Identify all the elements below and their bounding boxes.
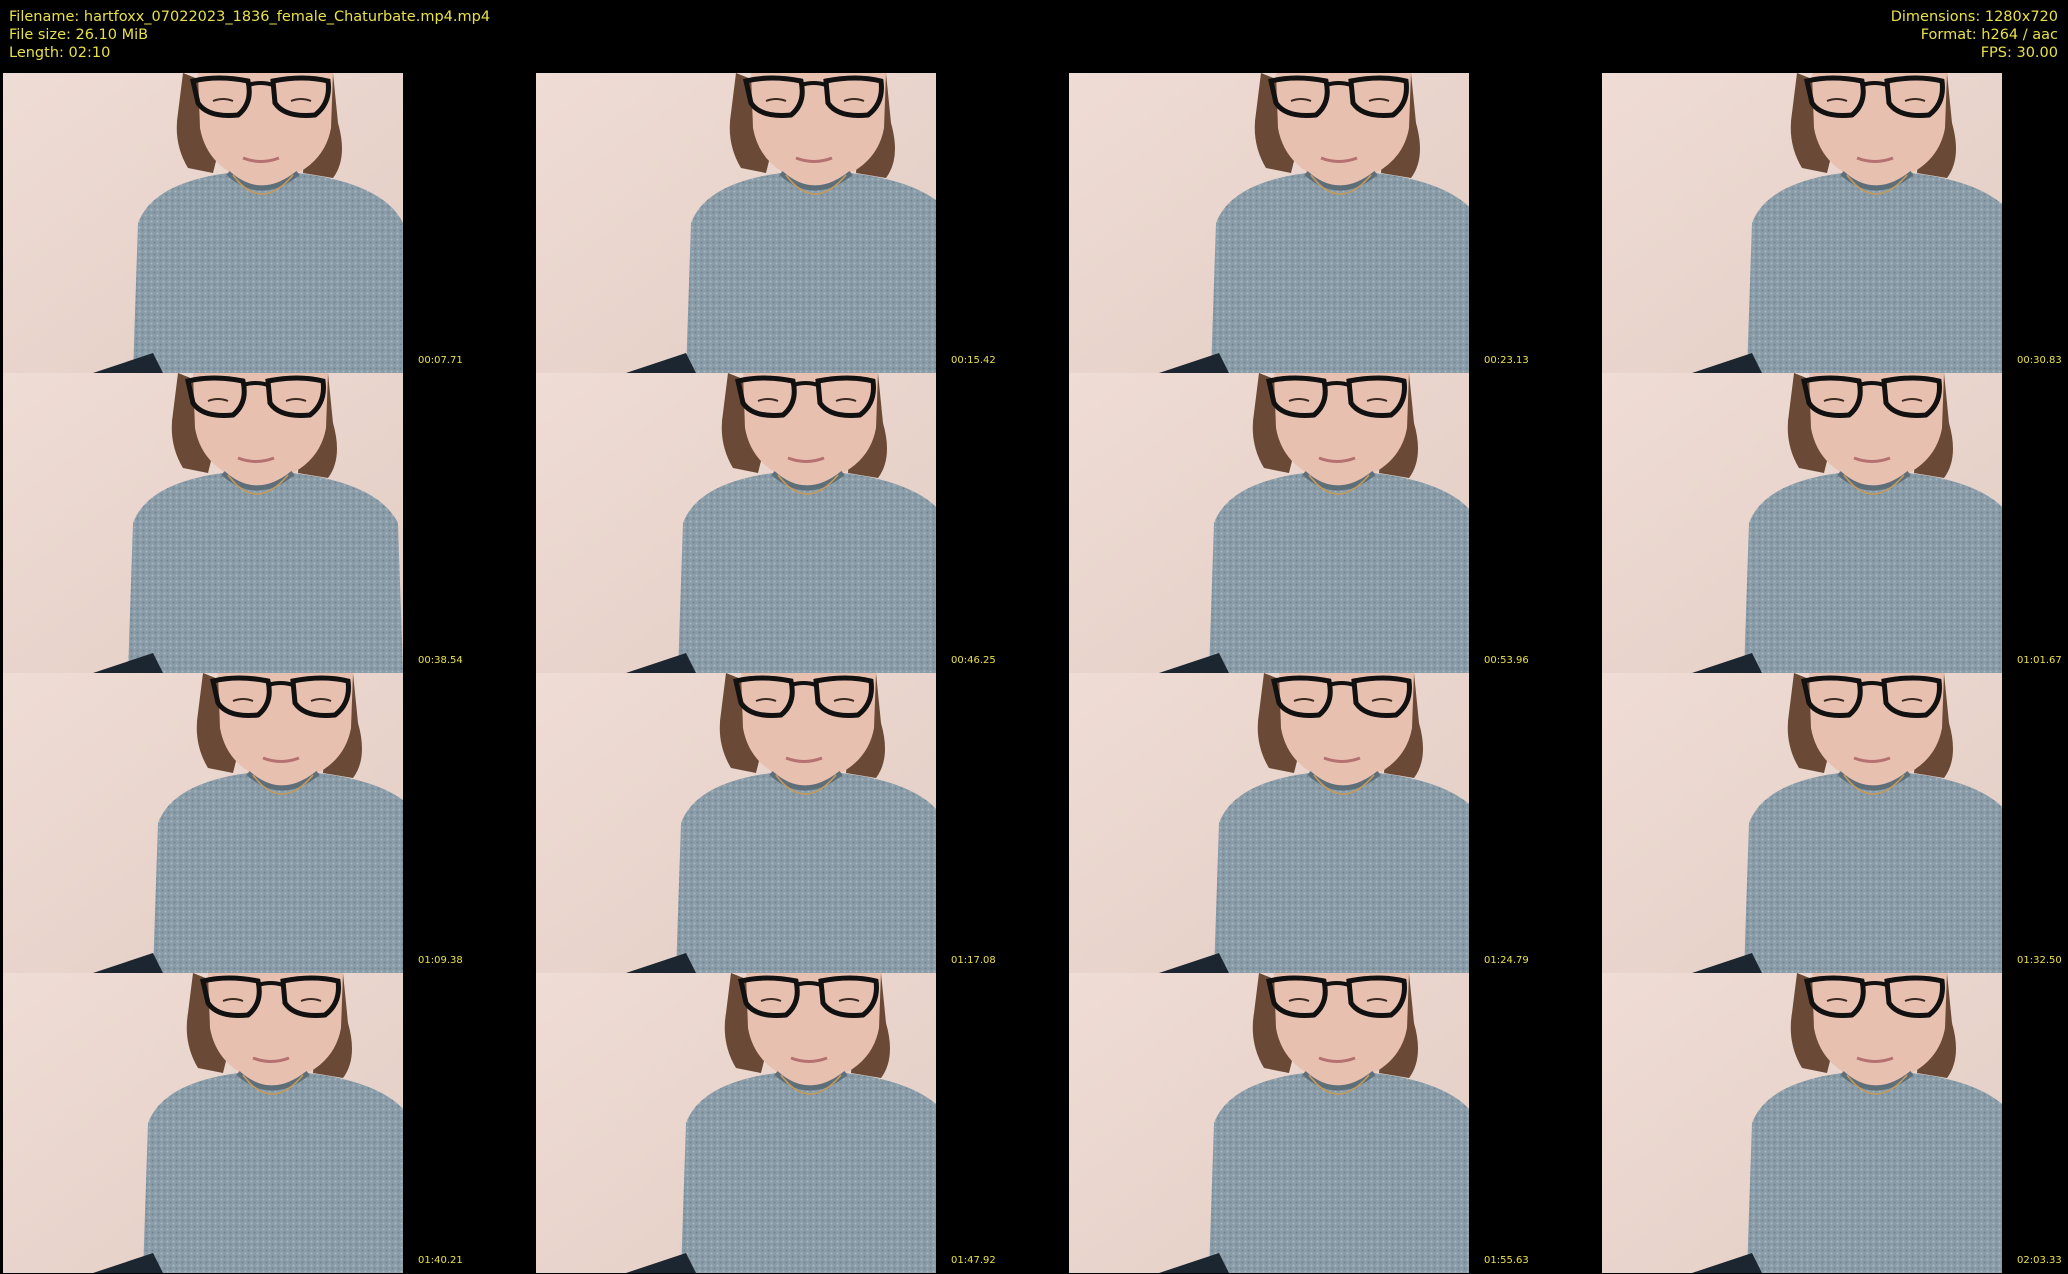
length-label: Length: 02:10	[9, 45, 111, 61]
thumbnail-timestamp: 00:38.54	[418, 655, 463, 666]
thumbnail-timestamp: 01:17.08	[951, 955, 996, 966]
thumbnail-cell: 01:47.92	[536, 973, 1066, 1273]
thumbnail-timestamp: 01:40.21	[418, 1255, 463, 1266]
webcam-frame-illustration	[3, 373, 403, 673]
video-frame-thumbnail	[1602, 973, 2002, 1273]
thumbnail-cell: 00:15.42	[536, 73, 1066, 373]
video-frame-thumbnail	[1069, 673, 1469, 973]
format-label: Format: h264 / aac	[1920, 27, 2058, 43]
video-frame-thumbnail	[536, 73, 936, 373]
webcam-frame-illustration	[1602, 973, 2002, 1273]
thumbnail-cell: 00:46.25	[536, 373, 1066, 673]
filename-label: Filename: hartfoxx_07022023_1836_female_…	[9, 9, 491, 25]
webcam-frame-illustration	[536, 973, 936, 1273]
thumbnail-timestamp: 00:46.25	[951, 655, 996, 666]
thumbnail-cell: 01:32.50	[1602, 673, 2068, 973]
thumbnail-timestamp: 01:24.79	[1484, 955, 1529, 966]
video-frame-thumbnail	[536, 673, 936, 973]
thumbnail-cell: 00:30.83	[1602, 73, 2068, 373]
video-frame-thumbnail	[1069, 973, 1469, 1273]
video-frame-thumbnail	[3, 373, 403, 673]
thumbnail-cell: 01:17.08	[536, 673, 1066, 973]
thumbnail-timestamp: 00:30.83	[2017, 355, 2062, 366]
thumbnail-timestamp: 01:47.92	[951, 1255, 996, 1266]
webcam-frame-illustration	[3, 673, 403, 973]
webcam-frame-illustration	[1602, 373, 2002, 673]
video-frame-thumbnail	[3, 673, 403, 973]
thumbnail-cell: 00:23.13	[1069, 73, 1599, 373]
video-frame-thumbnail	[1069, 73, 1469, 373]
webcam-frame-illustration	[1069, 373, 1469, 673]
webcam-frame-illustration	[1602, 673, 2002, 973]
webcam-frame-illustration	[3, 973, 403, 1273]
video-frame-thumbnail	[1602, 673, 2002, 973]
video-frame-thumbnail	[536, 373, 936, 673]
video-frame-thumbnail	[1602, 73, 2002, 373]
thumbnail-timestamp: 01:32.50	[2017, 955, 2062, 966]
filesize-label: File size: 26.10 MiB	[9, 27, 149, 43]
thumbnail-timestamp: 00:23.13	[1484, 355, 1529, 366]
webcam-frame-illustration	[536, 73, 936, 373]
fps-label: FPS: 30.00	[1980, 45, 2058, 61]
video-frame-thumbnail	[3, 973, 403, 1273]
thumbnail-timestamp: 01:55.63	[1484, 1255, 1529, 1266]
thumbnail-timestamp: 02:03.33	[2017, 1255, 2062, 1266]
video-frame-thumbnail	[3, 73, 403, 373]
thumbnail-cell: 01:01.67	[1602, 373, 2068, 673]
thumbnail-cell: 00:07.71	[3, 73, 533, 373]
video-frame-thumbnail	[1069, 373, 1469, 673]
thumbnail-timestamp: 00:07.71	[418, 355, 463, 366]
thumbnail-timestamp: 01:01.67	[2017, 655, 2062, 666]
webcam-frame-illustration	[1602, 73, 2002, 373]
webcam-frame-illustration	[536, 373, 936, 673]
thumbnail-timestamp: 00:15.42	[951, 355, 996, 366]
thumbnail-cell: 00:38.54	[3, 373, 533, 673]
webcam-frame-illustration	[1069, 973, 1469, 1273]
dimensions-label: Dimensions: 1280x720	[1890, 9, 2058, 25]
video-frame-thumbnail	[536, 973, 936, 1273]
webcam-frame-illustration	[1069, 673, 1469, 973]
video-frame-thumbnail	[1602, 373, 2002, 673]
thumbnail-cell: 00:53.96	[1069, 373, 1599, 673]
webcam-frame-illustration	[3, 73, 403, 373]
video-info-right: Dimensions: 1280x720 Format: h264 / aac …	[1891, 8, 2058, 62]
video-info-left: Filename: hartfoxx_07022023_1836_female_…	[9, 8, 490, 62]
webcam-frame-illustration	[536, 673, 936, 973]
thumbnail-timestamp: 00:53.96	[1484, 655, 1529, 666]
thumbnail-cell: 01:09.38	[3, 673, 533, 973]
webcam-frame-illustration	[1069, 73, 1469, 373]
thumbnail-cell: 01:40.21	[3, 973, 533, 1273]
thumbnail-cell: 01:55.63	[1069, 973, 1599, 1273]
thumbnail-timestamp: 01:09.38	[418, 955, 463, 966]
thumbnail-cell: 02:03.33	[1602, 973, 2068, 1273]
thumbnail-cell: 01:24.79	[1069, 673, 1599, 973]
